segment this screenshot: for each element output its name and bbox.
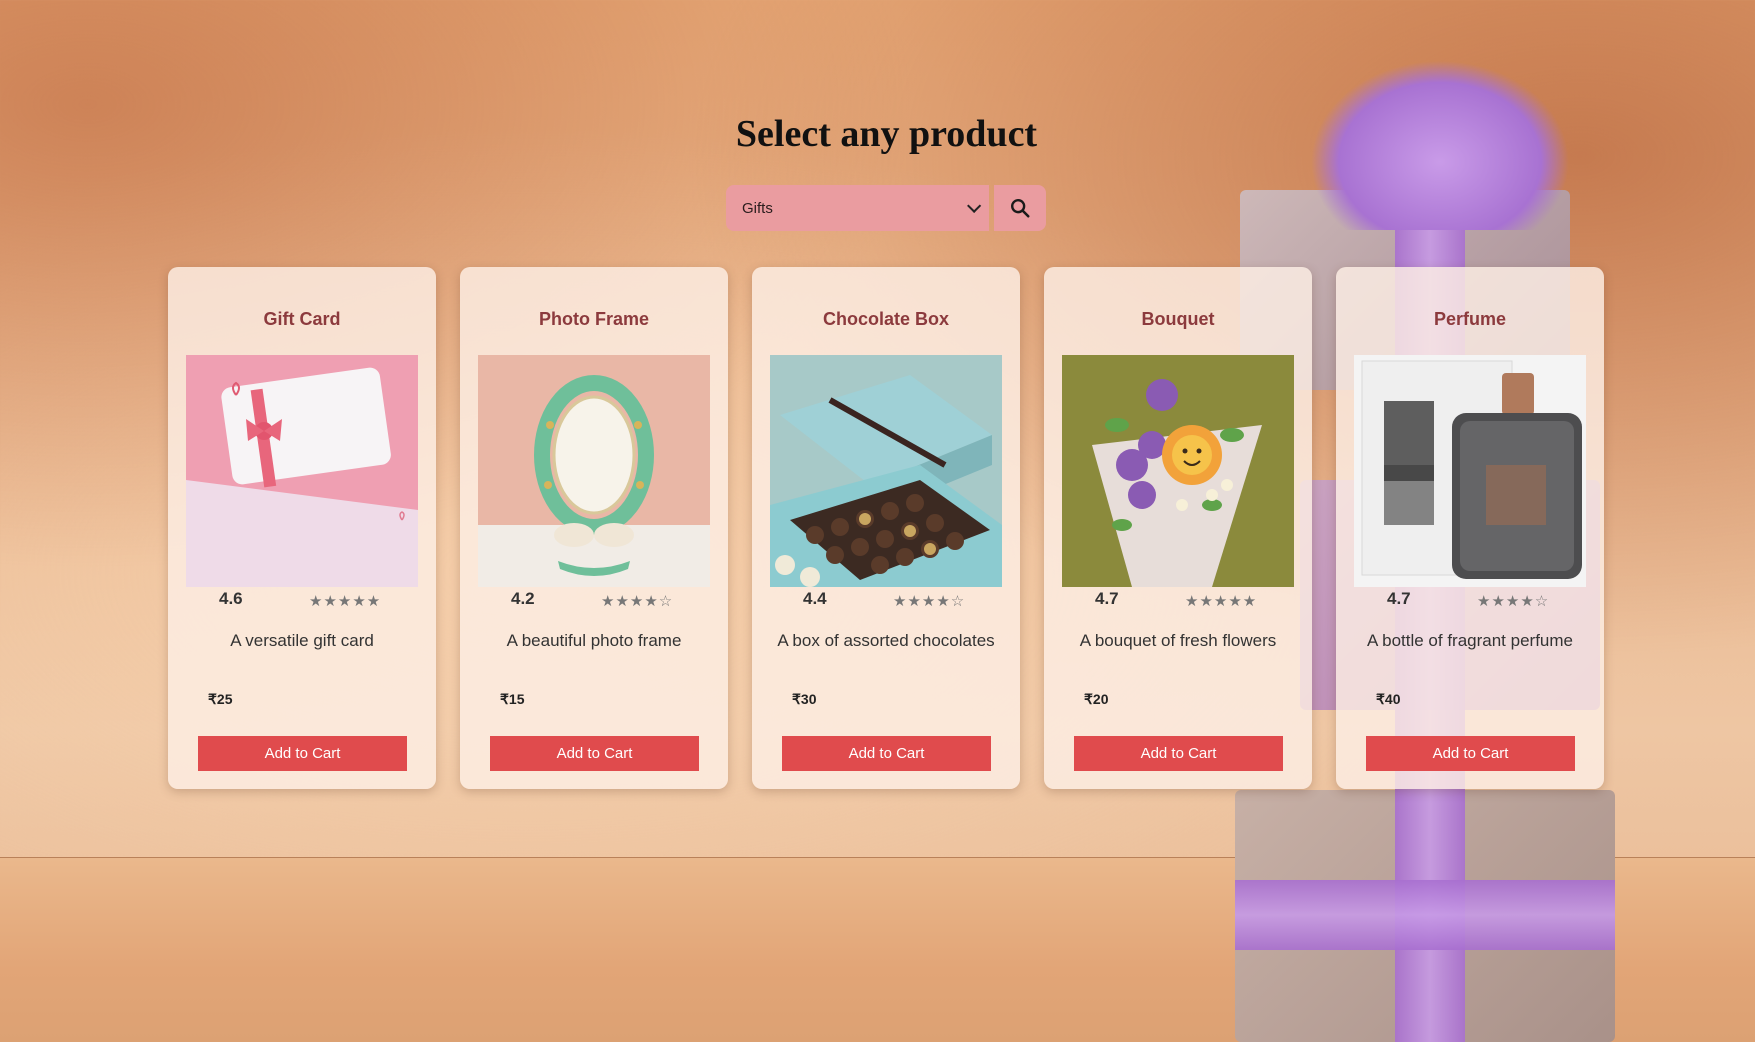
product-card: Perfume 4.7 ★★★★☆ A bottle of fragrant p… (1336, 267, 1604, 789)
product-rating: 4.2 (511, 589, 535, 608)
perfume-image (1354, 355, 1586, 587)
chocolate-box-image (770, 355, 1002, 587)
add-to-cart-button[interactable]: Add to Cart (782, 736, 991, 771)
product-description: A bottle of fragrant perfume (1366, 631, 1573, 650)
product-rating: 4.4 (803, 589, 827, 608)
product-description: A bouquet of fresh flowers (1079, 631, 1277, 650)
gift-card-image (186, 355, 418, 587)
star-rating-icon: ★★★★★ (309, 593, 382, 610)
add-to-cart-button[interactable]: Add to Cart (198, 736, 407, 771)
product-card: Photo Frame 4.2 ★★★★☆ A beautiful photo … (460, 267, 728, 789)
product-card: Bouquet 4.7 ★★★★★ A bouquet of fresh flo… (1044, 267, 1312, 789)
add-to-cart-button[interactable]: Add to Cart (1074, 736, 1283, 771)
star-rating-icon: ★★★★★ (1185, 593, 1258, 610)
product-card: Gift Card 4.6 ★★★★★ A versatile gift car… (168, 267, 436, 789)
product-price: ₹40 (1376, 691, 1401, 707)
product-name: Photo Frame (538, 309, 649, 329)
product-rating: 4.7 (1095, 589, 1119, 608)
star-rating-icon: ★★★★☆ (893, 593, 966, 610)
product-name: Bouquet (1141, 309, 1215, 329)
category-select-value: Gifts (742, 199, 773, 217)
product-description: A box of assorted chocolates (777, 631, 995, 650)
product-list: Gift Card 4.6 ★★★★★ A versatile gift car… (168, 267, 1604, 789)
photo-frame-image (478, 355, 710, 587)
bouquet-image (1062, 355, 1294, 587)
add-to-cart-button[interactable]: Add to Cart (1366, 736, 1575, 771)
search-button[interactable] (994, 185, 1046, 231)
product-name: Chocolate Box (822, 309, 950, 329)
chevron-down-icon (967, 198, 982, 213)
product-price: ₹25 (208, 691, 233, 707)
product-price: ₹20 (1084, 691, 1109, 707)
background-ribbon (1235, 880, 1615, 950)
category-search-bar: Gifts (726, 185, 1046, 231)
product-price: ₹15 (500, 691, 525, 707)
page-title: Select any product (735, 113, 1038, 155)
product-description: A versatile gift card (230, 631, 374, 650)
product-card: Chocolate Box 4.4 ★★★★☆ A box of assorte… (752, 267, 1020, 789)
add-to-cart-button[interactable]: Add to Cart (490, 736, 699, 771)
product-price: ₹30 (792, 691, 817, 707)
star-rating-icon: ★★★★☆ (601, 593, 674, 610)
category-select[interactable]: Gifts (726, 185, 989, 231)
product-name: Perfume (1433, 309, 1507, 329)
product-rating: 4.6 (219, 589, 243, 608)
search-icon (1011, 199, 1030, 218)
product-description: A beautiful photo frame (506, 631, 682, 650)
product-name: Gift Card (263, 309, 341, 329)
product-rating: 4.7 (1387, 589, 1411, 608)
star-rating-icon: ★★★★☆ (1477, 593, 1550, 610)
